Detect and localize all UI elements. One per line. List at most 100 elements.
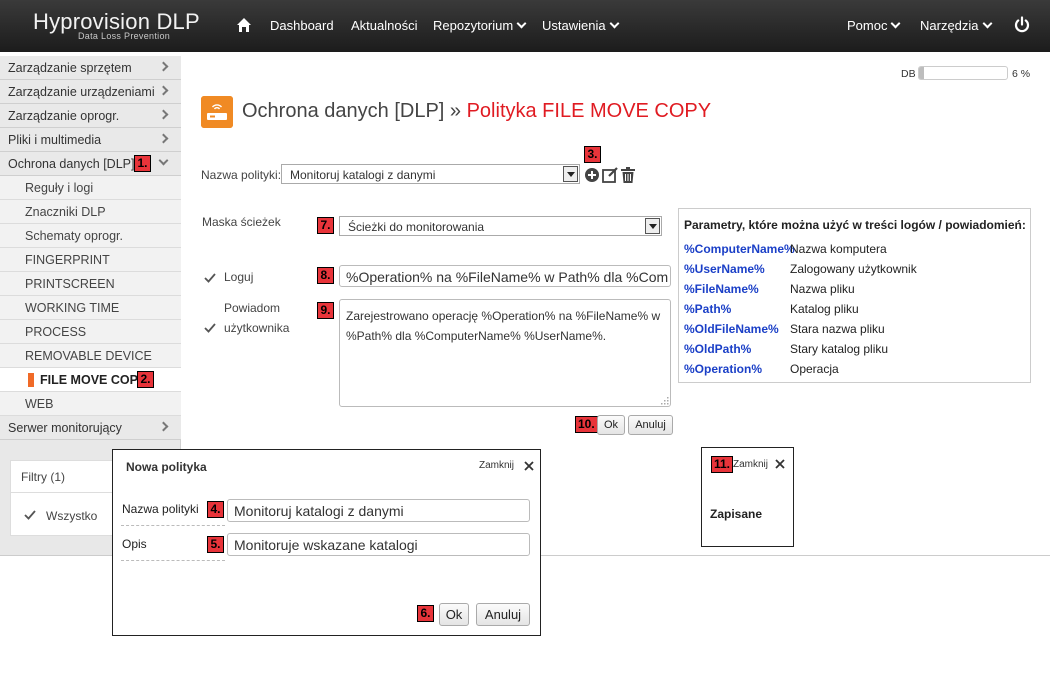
sidebar-subitem-removable-device[interactable]: REMOVABLE DEVICE (0, 344, 181, 368)
sidebar-subitem-label: FILE MOVE COPY (40, 373, 147, 387)
nav-repozytorium-label: Repozytorium (433, 18, 514, 33)
divider (121, 560, 225, 561)
annotation-badge: 9. (317, 302, 334, 319)
path-mask-label: Maska ścieżek (202, 215, 281, 229)
sidebar-subitem-tags[interactable]: Znaczniki DLP (0, 200, 181, 224)
sidebar-item-label: Zarządzanie sprzętem (8, 61, 132, 75)
notify-message-textarea[interactable]: Zarejestrowano operację %Operation% na %… (339, 299, 671, 407)
parameter-key: %Operation% (684, 362, 763, 376)
annotation-badge: 3. (584, 146, 601, 163)
parameter-key: %FileName% (684, 282, 759, 296)
dialog-title: Nowa polityka (126, 460, 207, 474)
sidebar-item-label: Pliki i multimedia (8, 133, 102, 147)
form-ok-button[interactable]: Ok (597, 415, 625, 435)
dropdown-arrow-icon[interactable] (645, 218, 660, 234)
parameter-description: Operacja (790, 362, 839, 376)
active-indicator (28, 373, 34, 387)
sidebar-subitem-process[interactable]: PROCESS (0, 320, 181, 344)
path-mask-select[interactable]: Ścieżki do monitorowania (339, 216, 662, 236)
checkbox-checked-icon[interactable] (23, 508, 37, 522)
sidebar-item-server[interactable]: Serwer monitorujący (0, 416, 181, 440)
policy-toolbar (585, 167, 635, 183)
notify-checkbox[interactable] (203, 321, 217, 335)
db-usage-label: DB (901, 68, 916, 80)
sidebar-item-hardware[interactable]: Zarządzanie sprzętem (0, 56, 181, 80)
log-checkbox[interactable] (203, 271, 217, 285)
chevron-down-icon (609, 18, 620, 29)
sidebar-subitem-label: Schematy oprogr. (25, 229, 123, 243)
dialog-cancel-button[interactable]: Anuluj (476, 603, 530, 626)
nav-narzedzia-label: Narzędzia (920, 18, 979, 33)
dlp-router-icon (201, 96, 233, 128)
description-input[interactable]: Monitoruje wskazane katalogi (227, 533, 530, 556)
divider (121, 525, 225, 526)
parameter-description: Stary katalog pliku (790, 342, 889, 356)
nav-repozytorium[interactable]: Repozytorium (433, 18, 527, 33)
notify-label-line1: Powiadom (224, 301, 281, 315)
sidebar-item-files[interactable]: Pliki i multimedia (0, 128, 181, 152)
nav-aktualnosci[interactable]: Aktualności (351, 18, 417, 33)
parameter-key: %OldPath% (684, 342, 752, 356)
notification-close-button[interactable]: Zamknij (733, 459, 768, 470)
notify-label-line2: użytkownika (224, 321, 290, 335)
sidebar-subitem-working-time[interactable]: WORKING TIME (0, 296, 181, 320)
parameter-key: %ComputerName% (684, 242, 795, 256)
log-template-input[interactable]: %Operation% na %FileName% w Path% dla %C… (339, 265, 671, 287)
nav-ustawienia[interactable]: Ustawienia (542, 18, 620, 33)
nav-dashboard[interactable]: Dashboard (270, 18, 334, 33)
policy-name-field-label: Nazwa polityki (122, 502, 199, 516)
app-logo-subtitle: Data Loss Prevention (78, 31, 171, 41)
db-usage-percent: 6 % (1012, 68, 1031, 80)
policy-name-input[interactable]: Monitoruj katalogi z danymi (227, 499, 530, 522)
sidebar-subitem-fingerprint[interactable]: FINGERPRINT (0, 248, 181, 272)
parameter-description: Katalog pliku (790, 302, 859, 316)
sidebar-subitem-rules[interactable]: Reguły i logi (0, 176, 181, 200)
home-icon[interactable] (236, 17, 252, 33)
dialog-close-button[interactable]: Zamknij (479, 460, 514, 471)
parameter-key: %OldFileName% (684, 322, 779, 336)
sidebar-subitem-label: WEB (25, 397, 54, 411)
nav-narzedzia[interactable]: Narzędzia (920, 18, 992, 33)
edit-icon[interactable] (602, 167, 618, 183)
annotation-badge: 2. (137, 371, 154, 388)
chevron-right-icon (158, 421, 169, 432)
top-navigation-bar: Hyprovision DLP Data Loss Prevention Das… (0, 0, 1050, 52)
power-icon[interactable] (1013, 16, 1031, 34)
page-title-policy: Polityka FILE MOVE COPY (466, 100, 712, 122)
parameter-description: Zalogowany użytkownik (790, 262, 917, 276)
annotation-badge: 5. (207, 536, 224, 553)
chevron-down-icon (982, 18, 992, 29)
dialog-ok-button[interactable]: Ok (439, 603, 469, 626)
trash-icon[interactable] (621, 167, 635, 183)
sidebar-item-label: Zarządzanie oprogr. (8, 109, 120, 123)
description-field-label: Opis (122, 537, 147, 551)
parameter-key: %Path% (684, 302, 732, 316)
chevron-right-icon (158, 109, 169, 120)
sidebar-item-label: Ochrona danych [DLP] (8, 157, 135, 171)
sidebar-subitem-label: PRINTSCREEN (25, 277, 115, 291)
page-title-separator: » (449, 100, 462, 122)
sidebar-subitem-printscreen[interactable]: PRINTSCREEN (0, 272, 181, 296)
sidebar-subitem-label: Znaczniki DLP (25, 205, 106, 219)
dropdown-arrow-icon[interactable] (563, 166, 578, 182)
parameter-description: Nazwa pliku (790, 282, 855, 296)
page-title-section: Ochrona danych [DLP] (242, 100, 445, 122)
sidebar-item-software[interactable]: Zarządzanie oprogr. (0, 104, 181, 128)
close-icon[interactable] (524, 461, 534, 471)
nav-pomoc[interactable]: Pomoc (847, 18, 901, 33)
annotation-badge: 11. (711, 456, 734, 473)
policy-select[interactable]: Monitoruj katalogi z danymi (281, 164, 580, 184)
sidebar-subitem-schemes[interactable]: Schematy oprogr. (0, 224, 181, 248)
sidebar-subitem-web[interactable]: WEB (0, 392, 181, 416)
sidebar-item-dlp[interactable]: Ochrona danych [DLP] (0, 152, 181, 176)
form-cancel-button[interactable]: Anuluj (628, 415, 673, 435)
add-circle-icon[interactable] (585, 168, 599, 182)
resize-handle-icon[interactable] (659, 395, 669, 405)
close-icon[interactable] (775, 459, 785, 469)
sidebar-item-devices[interactable]: Zarządzanie urządzeniami (0, 80, 181, 104)
annotation-badge: 10. (575, 416, 598, 433)
annotation-badge: 8. (317, 267, 334, 284)
nav-pomoc-label: Pomoc (847, 18, 888, 33)
sidebar-item-label: Serwer monitorujący (8, 421, 122, 435)
chevron-down-icon (516, 18, 527, 29)
